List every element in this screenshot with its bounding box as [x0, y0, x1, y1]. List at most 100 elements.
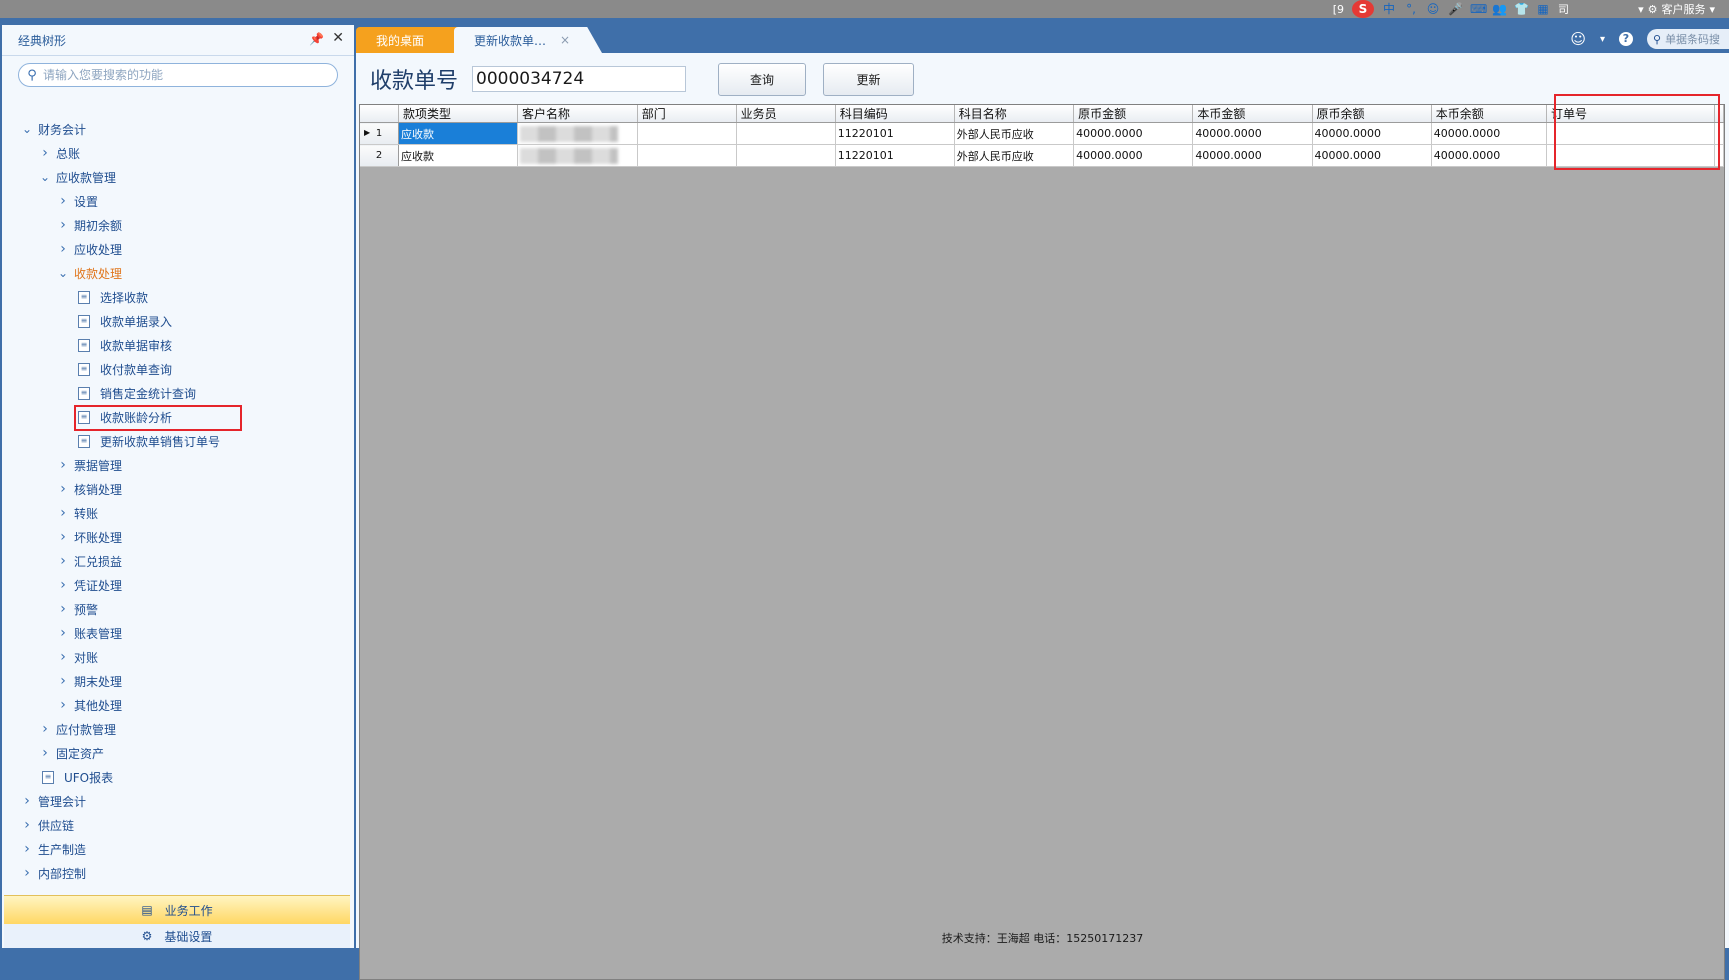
table-row[interactable]: 2 应收款 11220101 外部人民币应收 40000.0000 40000.0000 4… — [360, 144, 1724, 167]
tree-item[interactable]: ≡ 收款单据审核 — [2, 333, 354, 357]
chevron-right-icon[interactable]: › — [38, 145, 52, 161]
table-cell[interactable] — [517, 144, 638, 167]
smiley-icon[interactable]: ☺ — [1570, 30, 1586, 48]
tree-item[interactable]: ≡ 更新收款单销售订单号 — [2, 429, 354, 453]
column-header[interactable]: 原币金额 — [1073, 105, 1194, 123]
close-tab-icon[interactable]: × — [560, 33, 570, 47]
tree-item[interactable]: › 坏账处理 — [2, 525, 354, 549]
chevron-right-icon[interactable]: › — [20, 841, 34, 857]
tree-item[interactable]: › 其他处理 — [2, 693, 354, 717]
chevron-right-icon[interactable]: › — [20, 817, 34, 833]
tree-item[interactable]: › 固定资产 — [2, 741, 354, 765]
column-header[interactable]: 本币余额 — [1431, 105, 1547, 123]
tree-item[interactable]: › 生产制造 — [2, 837, 354, 861]
row-header[interactable]: ▶ 1 — [360, 122, 400, 145]
tree-item[interactable]: › 凭证处理 — [2, 573, 354, 597]
table-cell[interactable]: 40000.0000 — [1192, 144, 1313, 167]
close-icon[interactable]: ✕ — [332, 30, 344, 46]
chevron-right-icon[interactable]: › — [20, 793, 34, 809]
tree-item[interactable]: › 汇兑损益 — [2, 549, 354, 573]
table-cell[interactable]: 40000.0000 — [1312, 144, 1432, 167]
tree-item[interactable]: › 设置 — [2, 189, 354, 213]
chevron-right-icon[interactable]: › — [56, 601, 70, 617]
barcode-search-box[interactable]: ⚲ 单据条码搜 — [1647, 29, 1729, 49]
column-header[interactable]: 客户名称 — [517, 105, 638, 123]
chevron-right-icon[interactable]: › — [56, 673, 70, 689]
tree-item[interactable]: › 期末处理 — [2, 669, 354, 693]
tree-item[interactable]: › 供应链 — [2, 813, 354, 837]
chevron-right-icon[interactable]: › — [56, 217, 70, 233]
skin-shirt-icon[interactable]: 👕 — [1514, 2, 1529, 16]
ime-punctuation-mode[interactable]: °, — [1404, 2, 1418, 16]
chevron-down-icon[interactable]: ⌄ — [56, 266, 70, 280]
row-header[interactable]: 2 — [360, 144, 400, 167]
chevron-right-icon[interactable]: › — [38, 721, 52, 737]
column-header[interactable]: 款项类型 — [398, 105, 518, 123]
tree-item[interactable]: ⌄ 应收款管理 — [2, 165, 354, 189]
users-icon[interactable]: 👥 — [1492, 2, 1507, 16]
base-settings-button[interactable]: ⚙ 基础设置 — [4, 924, 350, 948]
business-work-button[interactable]: ▤ 业务工作 — [4, 895, 350, 924]
tree-item[interactable]: › 管理会计 — [2, 789, 354, 813]
table-cell[interactable]: 应收款 — [398, 122, 518, 145]
table-cell[interactable]: 40000.0000 — [1431, 144, 1547, 167]
table-cell[interactable]: 外部人民币应收 — [954, 144, 1075, 167]
chevron-right-icon[interactable]: › — [56, 577, 70, 593]
table-row[interactable]: ▶ 1 应收款 11220101 外部人民币应收 40000.0000 40000.0000… — [360, 122, 1724, 145]
tab-update-receipt[interactable]: 更新收款单… × — [454, 27, 602, 53]
table-cell[interactable] — [637, 122, 737, 145]
tree-item[interactable]: ≡ 收款单据录入 — [2, 309, 354, 333]
table-cell[interactable] — [736, 144, 836, 167]
chevron-right-icon[interactable]: › — [38, 745, 52, 761]
sogou-ime-icon[interactable]: S — [1352, 0, 1374, 18]
table-cell[interactable]: 11220101 — [835, 144, 955, 167]
tree-item[interactable]: › 核销处理 — [2, 477, 354, 501]
chevron-right-icon[interactable]: › — [56, 481, 70, 497]
table-cell[interactable]: 应收款 — [398, 144, 518, 167]
update-button[interactable]: 更新 — [823, 63, 914, 96]
chevron-right-icon[interactable]: › — [56, 697, 70, 713]
chevron-down-icon[interactable]: ⌄ — [38, 170, 52, 184]
column-header[interactable]: 科目名称 — [954, 105, 1075, 123]
column-header[interactable]: 科目编码 — [835, 105, 955, 123]
chevron-down-icon[interactable]: ⌄ — [20, 122, 34, 136]
chevron-right-icon[interactable]: › — [56, 649, 70, 665]
column-header[interactable]: 本币金额 — [1192, 105, 1313, 123]
table-cell[interactable]: 40000.0000 — [1431, 122, 1547, 145]
tree-item[interactable]: › 票据管理 — [2, 453, 354, 477]
microphone-icon[interactable]: 🎤 — [1448, 2, 1463, 16]
chevron-right-icon[interactable]: › — [56, 553, 70, 569]
table-cell[interactable]: 40000.0000 — [1073, 122, 1194, 145]
tree-item[interactable]: ≡ UFO报表 — [2, 765, 354, 789]
tree-item[interactable]: › 对账 — [2, 645, 354, 669]
ime-chinese-mode[interactable]: 中 — [1382, 2, 1396, 16]
chevron-right-icon[interactable]: › — [56, 505, 70, 521]
table-cell[interactable]: 40000.0000 — [1312, 122, 1432, 145]
chevron-right-icon[interactable]: › — [56, 625, 70, 641]
grid-menu-icon[interactable]: ▦ — [1536, 2, 1550, 16]
tree-item[interactable]: ≡ 选择收款 — [2, 285, 354, 309]
column-header[interactable]: 部门 — [637, 105, 737, 123]
tree-item[interactable]: › 总账 — [2, 141, 354, 165]
function-search-box[interactable]: ⚲ — [18, 63, 338, 87]
chevron-right-icon[interactable]: › — [20, 865, 34, 881]
table-cell[interactable]: 11220101 — [835, 122, 955, 145]
tree-item[interactable]: ≡ 收付款单查询 — [2, 357, 354, 381]
table-cell[interactable] — [736, 122, 836, 145]
chevron-right-icon[interactable]: › — [56, 529, 70, 545]
chevron-right-icon[interactable]: › — [56, 241, 70, 257]
emoji-icon[interactable]: ☺ — [1426, 2, 1440, 16]
tree-item[interactable]: › 应付款管理 — [2, 717, 354, 741]
tree-item[interactable]: › 应收处理 — [2, 237, 354, 261]
help-icon[interactable]: ? — [1619, 32, 1633, 46]
table-cell[interactable] — [517, 122, 638, 145]
chevron-right-icon[interactable]: › — [56, 457, 70, 473]
customer-service-menu[interactable]: ▾ ⚙ 客户服务 ▾ — [1638, 1, 1715, 17]
tree-item[interactable]: ⌄ 财务会计 — [2, 117, 354, 141]
column-header[interactable]: 业务员 — [736, 105, 836, 123]
table-cell[interactable] — [637, 144, 737, 167]
table-cell[interactable]: 外部人民币应收 — [954, 122, 1075, 145]
pin-icon[interactable]: 📌 — [309, 32, 324, 46]
tree-item[interactable]: › 账表管理 — [2, 621, 354, 645]
table-cell[interactable]: 40000.0000 — [1073, 144, 1194, 167]
